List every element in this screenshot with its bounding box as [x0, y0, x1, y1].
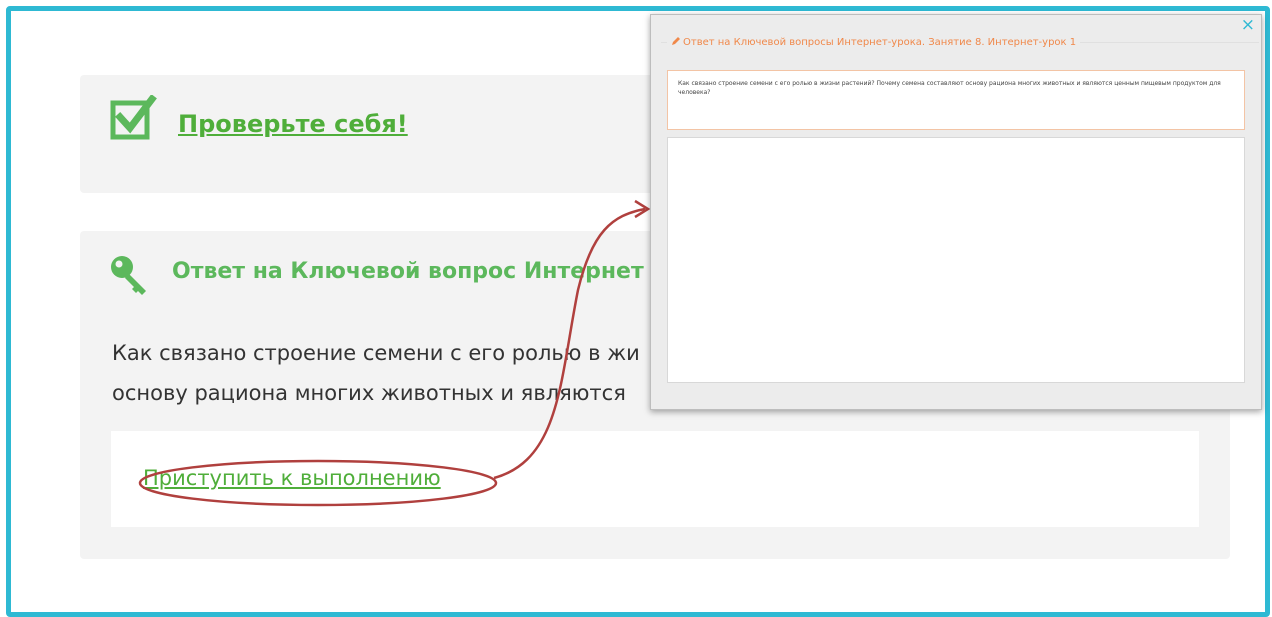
popup-legend: Ответ на Ключевой вопросы Интернет-урока…	[667, 36, 1081, 48]
question-line-1: Как связано строение семени с его ролью …	[112, 341, 640, 365]
checkbox-icon	[110, 95, 157, 140]
pencil-icon	[672, 37, 680, 45]
popup-question: Как связано строение семени с его ролью …	[667, 70, 1245, 130]
close-icon[interactable]: ×	[1241, 16, 1255, 34]
start-link[interactable]: Приступить к выполнению	[143, 466, 441, 490]
answer-textarea[interactable]	[667, 137, 1245, 383]
answer-popup: × Ответ на Ключевой вопросы Интернет-уро…	[650, 14, 1262, 410]
check-yourself-link[interactable]: Проверьте себя!	[178, 110, 408, 138]
key-question-title: Ответ на Ключевой вопрос Интернет	[172, 259, 644, 284]
popup-legend-text: Ответ на Ключевой вопросы Интернет-урока…	[683, 37, 1077, 48]
question-line-2: основу рациона многих животных и являютс…	[112, 381, 626, 405]
question-text: Как связано строение семени с его ролью …	[112, 333, 652, 413]
key-icon	[111, 256, 146, 295]
